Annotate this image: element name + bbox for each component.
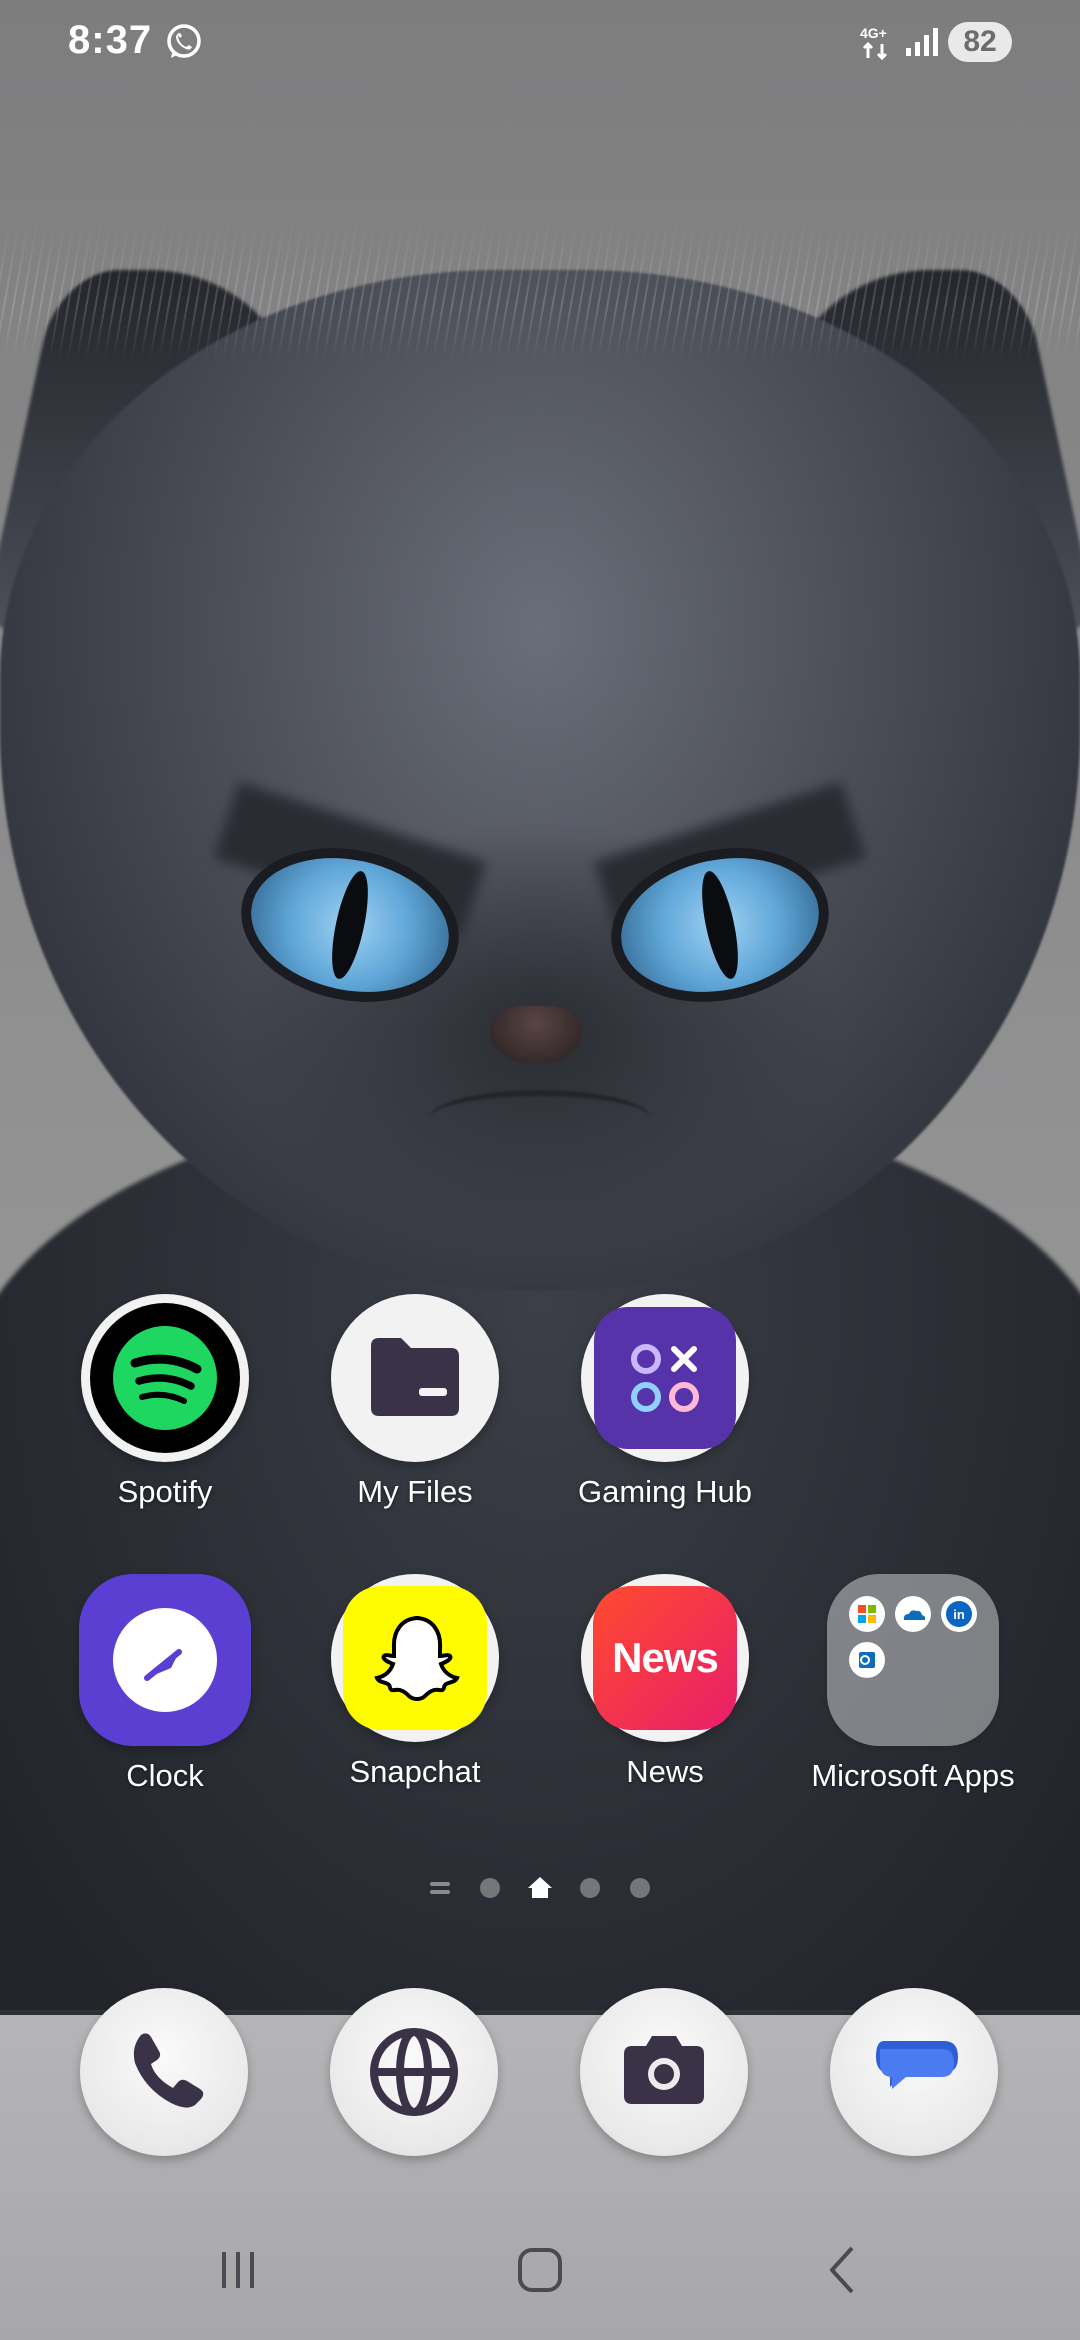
dock-internet-button[interactable] — [330, 1988, 498, 2156]
folder-icon — [371, 1338, 459, 1416]
wallpaper-cat-nose — [490, 1006, 582, 1064]
gaming-hub-symbols — [631, 1344, 699, 1412]
page-dot[interactable] — [630, 1878, 650, 1898]
home-page-icon[interactable] — [526, 1874, 554, 1900]
camera-icon — [624, 2036, 704, 2104]
wallpaper-cat-mouth — [430, 1090, 650, 1146]
network-type-label: 4G+ — [860, 25, 887, 41]
globe-icon — [370, 2028, 458, 2116]
page-dot[interactable] — [480, 1878, 500, 1898]
snapchat-ghost-icon — [374, 1616, 460, 1701]
dock-messages-button[interactable] — [830, 1988, 998, 2156]
home-button[interactable] — [510, 2240, 570, 2300]
app-label: Microsoft Apps — [811, 1758, 1015, 1793]
recent-apps-icon — [222, 2252, 254, 2288]
app-my-files[interactable]: My Files — [290, 1294, 540, 1510]
news-icon: News — [593, 1586, 737, 1730]
home-icon — [518, 2248, 562, 2292]
onedrive-icon — [895, 1596, 931, 1632]
outlook-glyph — [859, 1652, 875, 1668]
recent-apps-button[interactable] — [208, 2240, 268, 2300]
folder-icon: in — [827, 1574, 999, 1746]
my-files-icon-wrap — [331, 1294, 499, 1462]
clock-icon — [79, 1574, 251, 1746]
app-news[interactable]: News News — [540, 1574, 790, 1790]
back-button[interactable] — [814, 2240, 874, 2300]
clock-face — [113, 1608, 217, 1712]
battery-indicator: 82 — [948, 22, 1012, 62]
app-label: Gaming Hub — [577, 1474, 753, 1509]
news-icon-wrap: News — [581, 1574, 749, 1742]
status-time: 8:37 — [68, 18, 153, 62]
app-label: My Files — [357, 1474, 473, 1509]
whatsapp-icon — [167, 24, 201, 58]
status-bar: 8:37 4G+ 82 — [0, 0, 1080, 90]
spotify-logo — [113, 1326, 217, 1430]
app-spotify[interactable]: Spotify — [40, 1294, 290, 1510]
app-clock[interactable]: Clock — [40, 1574, 290, 1794]
snapchat-icon — [343, 1586, 487, 1730]
spotify-icon — [90, 1303, 240, 1453]
gaming-hub-icon-wrap — [581, 1294, 749, 1462]
message-bubble-icon — [876, 2041, 958, 2089]
svg-text:in: in — [953, 1607, 965, 1622]
folder-microsoft-apps[interactable]: in Microsoft Apps — [788, 1574, 1038, 1794]
gaming-hub-icon — [594, 1307, 736, 1449]
wallpaper-cat-pupil — [694, 868, 746, 982]
page-dot[interactable] — [580, 1878, 600, 1898]
dock-phone-button[interactable] — [80, 1988, 248, 2156]
menu-lines-icon[interactable] — [428, 1878, 452, 1898]
wallpaper-cat-fur — [0, 220, 1080, 360]
app-label: News — [626, 1754, 704, 1789]
app-gaming-hub[interactable]: Gaming Hub — [540, 1294, 790, 1510]
back-icon — [830, 2246, 854, 2294]
app-label: Spotify — [117, 1474, 213, 1509]
signal-strength-icon — [906, 28, 938, 56]
microsoft-365-icon — [849, 1596, 885, 1632]
snapchat-icon-wrap — [331, 1574, 499, 1742]
app-label: Clock — [126, 1758, 204, 1793]
news-icon-text: News — [612, 1634, 719, 1681]
wallpaper-cat-pupil — [324, 868, 376, 982]
phone-icon — [133, 2033, 204, 2108]
app-label: Snapchat — [349, 1754, 481, 1789]
onedrive-glyph — [903, 1610, 926, 1620]
app-snapchat[interactable]: Snapchat — [290, 1574, 540, 1790]
linkedin-glyph: in — [946, 1601, 972, 1627]
page-indicator — [0, 1872, 1080, 1902]
spotify-icon-wrap — [81, 1294, 249, 1462]
microsoft-365-glyph — [858, 1605, 876, 1623]
outlook-icon — [849, 1642, 885, 1678]
linkedin-icon: in — [941, 1596, 977, 1632]
dock-camera-button[interactable] — [580, 1988, 748, 2156]
network-type-icon: 4G+ — [860, 25, 888, 61]
